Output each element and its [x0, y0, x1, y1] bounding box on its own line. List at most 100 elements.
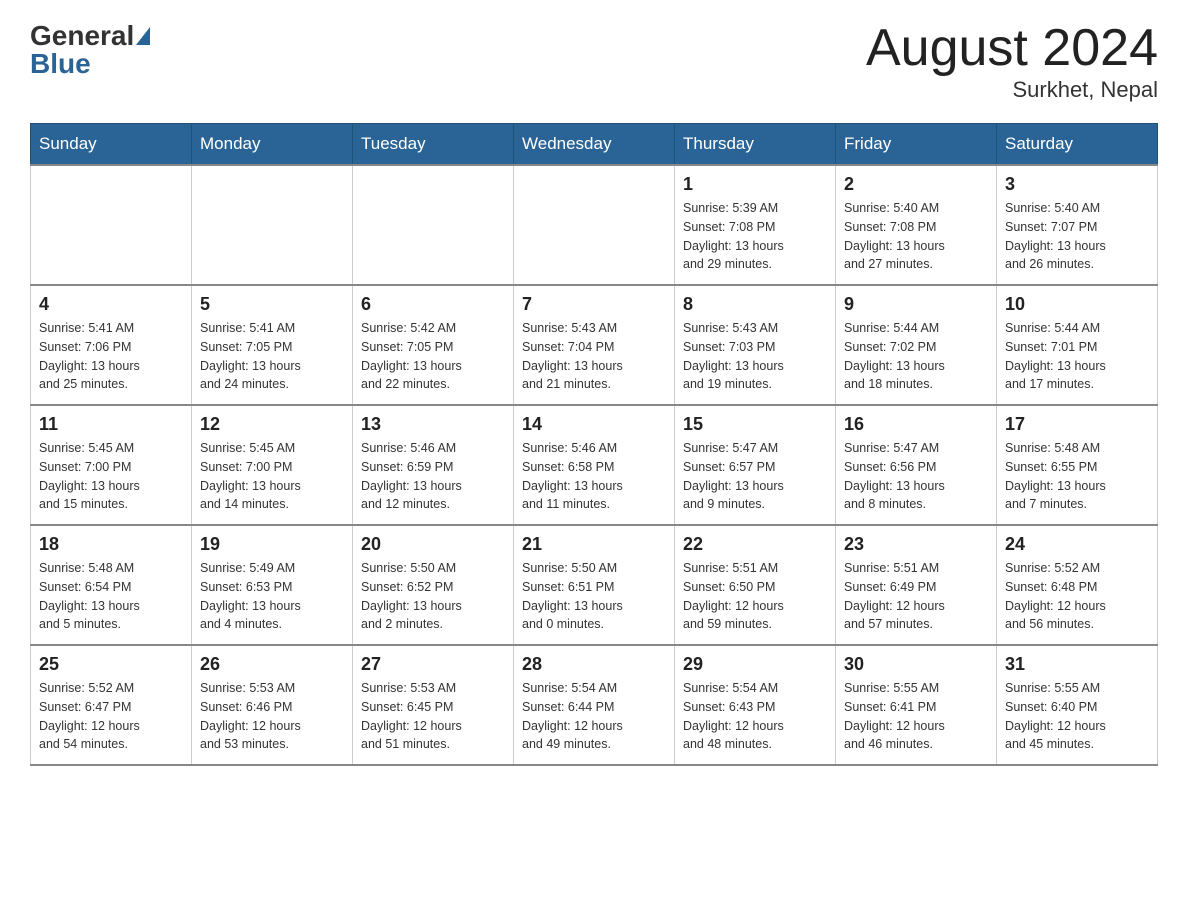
day-number: 22: [683, 534, 827, 555]
day-info: Sunrise: 5:51 AM Sunset: 6:50 PM Dayligh…: [683, 559, 827, 634]
calendar-cell: [31, 165, 192, 285]
column-header-monday: Monday: [192, 124, 353, 166]
calendar-cell: 30 Sunrise: 5:55 AM Sunset: 6:41 PM Dayli…: [836, 645, 997, 765]
day-info: Sunrise: 5:44 AM Sunset: 7:02 PM Dayligh…: [844, 319, 988, 394]
day-info: Sunrise: 5:51 AM Sunset: 6:49 PM Dayligh…: [844, 559, 988, 634]
day-number: 8: [683, 294, 827, 315]
day-number: 2: [844, 174, 988, 195]
day-info: Sunrise: 5:50 AM Sunset: 6:51 PM Dayligh…: [522, 559, 666, 634]
day-number: 30: [844, 654, 988, 675]
calendar-cell: 12 Sunrise: 5:45 AM Sunset: 7:00 PM Dayli…: [192, 405, 353, 525]
calendar-cell: 29Sunrise: 5:54 AM Sunset: 6:43 PM Dayli…: [675, 645, 836, 765]
logo-blue-text: Blue: [30, 48, 91, 80]
day-info: Sunrise: 5:44 AM Sunset: 7:01 PM Dayligh…: [1005, 319, 1149, 394]
day-info: Sunrise: 5:50 AM Sunset: 6:52 PM Dayligh…: [361, 559, 505, 634]
column-header-saturday: Saturday: [997, 124, 1158, 166]
calendar-cell: 20 Sunrise: 5:50 AM Sunset: 6:52 PM Dayli…: [353, 525, 514, 645]
calendar-table: SundayMondayTuesdayWednesdayThursdayFrid…: [30, 123, 1158, 766]
calendar-header-row: SundayMondayTuesdayWednesdayThursdayFrid…: [31, 124, 1158, 166]
day-number: 27: [361, 654, 505, 675]
day-info: Sunrise: 5:53 AM Sunset: 6:46 PM Dayligh…: [200, 679, 344, 754]
column-header-thursday: Thursday: [675, 124, 836, 166]
day-number: 6: [361, 294, 505, 315]
day-info: Sunrise: 5:40 AM Sunset: 7:07 PM Dayligh…: [1005, 199, 1149, 274]
calendar-cell: 5Sunrise: 5:41 AM Sunset: 7:05 PM Daylig…: [192, 285, 353, 405]
calendar-cell: 28 Sunrise: 5:54 AM Sunset: 6:44 PM Dayli…: [514, 645, 675, 765]
day-number: 24: [1005, 534, 1149, 555]
calendar-cell: 22 Sunrise: 5:51 AM Sunset: 6:50 PM Dayli…: [675, 525, 836, 645]
day-info: Sunrise: 5:47 AM Sunset: 6:57 PM Dayligh…: [683, 439, 827, 514]
day-number: 4: [39, 294, 183, 315]
calendar-cell: 15Sunrise: 5:47 AM Sunset: 6:57 PM Dayli…: [675, 405, 836, 525]
day-number: 16: [844, 414, 988, 435]
day-number: 1: [683, 174, 827, 195]
day-info: Sunrise: 5:55 AM Sunset: 6:40 PM Dayligh…: [1005, 679, 1149, 754]
calendar-cell: 16 Sunrise: 5:47 AM Sunset: 6:56 PM Dayli…: [836, 405, 997, 525]
day-info: Sunrise: 5:48 AM Sunset: 6:54 PM Dayligh…: [39, 559, 183, 634]
day-number: 10: [1005, 294, 1149, 315]
calendar-cell: 25Sunrise: 5:52 AM Sunset: 6:47 PM Dayli…: [31, 645, 192, 765]
calendar-cell: 6 Sunrise: 5:42 AM Sunset: 7:05 PM Daylig…: [353, 285, 514, 405]
day-info: Sunrise: 5:54 AM Sunset: 6:43 PM Dayligh…: [683, 679, 827, 754]
calendar-cell: 24Sunrise: 5:52 AM Sunset: 6:48 PM Dayli…: [997, 525, 1158, 645]
calendar-week-row: 18 Sunrise: 5:48 AM Sunset: 6:54 PM Dayli…: [31, 525, 1158, 645]
calendar-cell: 21 Sunrise: 5:50 AM Sunset: 6:51 PM Dayli…: [514, 525, 675, 645]
calendar-cell: 8 Sunrise: 5:43 AM Sunset: 7:03 PM Daylig…: [675, 285, 836, 405]
day-number: 21: [522, 534, 666, 555]
day-number: 20: [361, 534, 505, 555]
day-info: Sunrise: 5:46 AM Sunset: 6:58 PM Dayligh…: [522, 439, 666, 514]
calendar-cell: [353, 165, 514, 285]
calendar-cell: 2 Sunrise: 5:40 AM Sunset: 7:08 PM Daylig…: [836, 165, 997, 285]
day-info: Sunrise: 5:40 AM Sunset: 7:08 PM Dayligh…: [844, 199, 988, 274]
calendar-cell: 18 Sunrise: 5:48 AM Sunset: 6:54 PM Dayli…: [31, 525, 192, 645]
day-number: 12: [200, 414, 344, 435]
day-number: 19: [200, 534, 344, 555]
day-number: 26: [200, 654, 344, 675]
day-number: 31: [1005, 654, 1149, 675]
calendar-cell: 7 Sunrise: 5:43 AM Sunset: 7:04 PM Daylig…: [514, 285, 675, 405]
logo: General Blue: [30, 20, 150, 80]
day-number: 9: [844, 294, 988, 315]
column-header-sunday: Sunday: [31, 124, 192, 166]
calendar-cell: 17 Sunrise: 5:48 AM Sunset: 6:55 PM Dayli…: [997, 405, 1158, 525]
title-block: August 2024 Surkhet, Nepal: [866, 20, 1158, 103]
calendar-cell: 4 Sunrise: 5:41 AM Sunset: 7:06 PM Daylig…: [31, 285, 192, 405]
column-header-tuesday: Tuesday: [353, 124, 514, 166]
day-number: 7: [522, 294, 666, 315]
day-number: 17: [1005, 414, 1149, 435]
calendar-cell: 26 Sunrise: 5:53 AM Sunset: 6:46 PM Dayli…: [192, 645, 353, 765]
day-info: Sunrise: 5:43 AM Sunset: 7:04 PM Dayligh…: [522, 319, 666, 394]
day-number: 28: [522, 654, 666, 675]
day-number: 18: [39, 534, 183, 555]
day-info: Sunrise: 5:39 AM Sunset: 7:08 PM Dayligh…: [683, 199, 827, 274]
page-header: General Blue August 2024 Surkhet, Nepal: [30, 20, 1158, 103]
day-number: 11: [39, 414, 183, 435]
calendar-week-row: 11 Sunrise: 5:45 AM Sunset: 7:00 PM Dayli…: [31, 405, 1158, 525]
day-info: Sunrise: 5:46 AM Sunset: 6:59 PM Dayligh…: [361, 439, 505, 514]
day-info: Sunrise: 5:41 AM Sunset: 7:05 PM Dayligh…: [200, 319, 344, 394]
location-subtitle: Surkhet, Nepal: [866, 77, 1158, 103]
day-info: Sunrise: 5:48 AM Sunset: 6:55 PM Dayligh…: [1005, 439, 1149, 514]
day-info: Sunrise: 5:41 AM Sunset: 7:06 PM Dayligh…: [39, 319, 183, 394]
calendar-cell: [192, 165, 353, 285]
day-info: Sunrise: 5:45 AM Sunset: 7:00 PM Dayligh…: [200, 439, 344, 514]
calendar-week-row: 4 Sunrise: 5:41 AM Sunset: 7:06 PM Daylig…: [31, 285, 1158, 405]
day-number: 25: [39, 654, 183, 675]
column-header-wednesday: Wednesday: [514, 124, 675, 166]
day-number: 14: [522, 414, 666, 435]
calendar-cell: 19Sunrise: 5:49 AM Sunset: 6:53 PM Dayli…: [192, 525, 353, 645]
calendar-cell: 23 Sunrise: 5:51 AM Sunset: 6:49 PM Dayli…: [836, 525, 997, 645]
calendar-cell: 11Sunrise: 5:45 AM Sunset: 7:00 PM Dayli…: [31, 405, 192, 525]
column-header-friday: Friday: [836, 124, 997, 166]
day-number: 23: [844, 534, 988, 555]
calendar-cell: 10 Sunrise: 5:44 AM Sunset: 7:01 PM Dayli…: [997, 285, 1158, 405]
calendar-cell: 1 Sunrise: 5:39 AM Sunset: 7:08 PM Daylig…: [675, 165, 836, 285]
day-info: Sunrise: 5:55 AM Sunset: 6:41 PM Dayligh…: [844, 679, 988, 754]
calendar-cell: 3Sunrise: 5:40 AM Sunset: 7:07 PM Daylig…: [997, 165, 1158, 285]
day-info: Sunrise: 5:43 AM Sunset: 7:03 PM Dayligh…: [683, 319, 827, 394]
day-info: Sunrise: 5:54 AM Sunset: 6:44 PM Dayligh…: [522, 679, 666, 754]
calendar-cell: 14 Sunrise: 5:46 AM Sunset: 6:58 PM Dayli…: [514, 405, 675, 525]
day-info: Sunrise: 5:42 AM Sunset: 7:05 PM Dayligh…: [361, 319, 505, 394]
calendar-cell: 13Sunrise: 5:46 AM Sunset: 6:59 PM Dayli…: [353, 405, 514, 525]
day-info: Sunrise: 5:47 AM Sunset: 6:56 PM Dayligh…: [844, 439, 988, 514]
